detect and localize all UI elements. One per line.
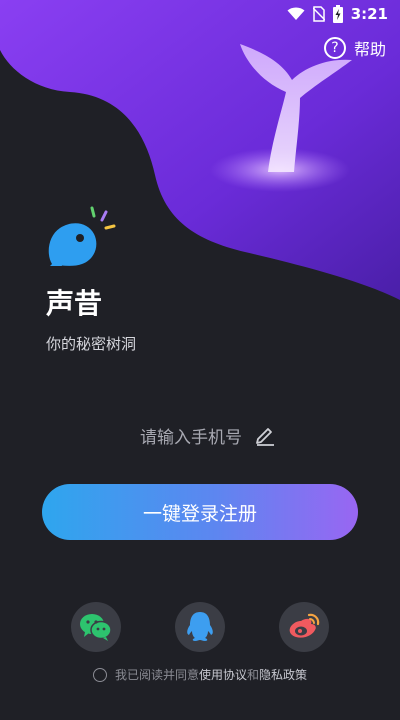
wechat-icon [80, 614, 112, 641]
help-label: 帮助 [353, 40, 386, 59]
battery-charging-icon [332, 5, 343, 23]
status-bar: 3:21 [0, 0, 400, 28]
wifi-icon [287, 7, 305, 21]
qq-login-button[interactable] [175, 602, 225, 652]
weibo-icon [289, 613, 320, 638]
terms-link[interactable]: 使用协议 [199, 668, 247, 682]
agreement-prefix: 我已阅读并同意 [114, 668, 199, 682]
agreement-row: 我已阅读并同意使用协议和隐私政策 [0, 666, 400, 683]
help-button[interactable]: ? 帮助 [323, 36, 386, 60]
pencil-edit-icon[interactable] [254, 424, 276, 451]
question-mark-icon: ? [323, 37, 346, 59]
phone-input-row [0, 424, 400, 451]
chat-bird-logo-icon [44, 206, 124, 280]
agreement-checkbox[interactable] [92, 667, 107, 682]
privacy-policy-link[interactable]: 隐私政策 [259, 668, 307, 682]
app-tagline: 你的秘密树洞 [46, 335, 137, 353]
app-name: 声昔 [46, 287, 103, 320]
no-sim-icon [312, 6, 325, 22]
one-click-login-button[interactable]: 一键登录注册 [42, 484, 358, 540]
weibo-login-button[interactable] [279, 602, 329, 652]
agreement-and: 和 [247, 668, 260, 682]
phone-number-input[interactable] [124, 427, 242, 448]
status-time: 3:21 [350, 5, 388, 23]
wechat-login-button[interactable] [71, 602, 121, 652]
qq-icon [187, 612, 213, 641]
